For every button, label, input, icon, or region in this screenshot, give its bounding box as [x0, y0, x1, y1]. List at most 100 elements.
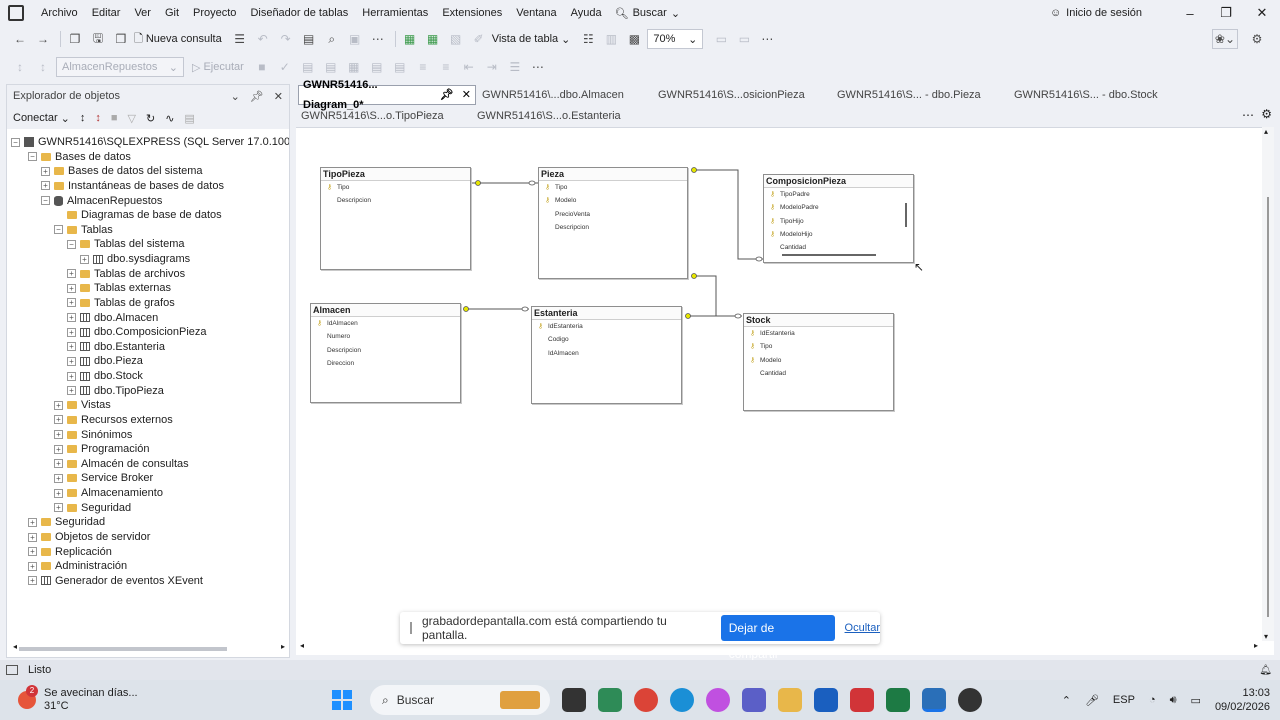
more-icon[interactable]: ⋯ — [757, 29, 777, 49]
tree-node[interactable]: Diagramas de base de datos — [54, 208, 222, 222]
more-icon[interactable]: ⋯ — [528, 57, 548, 77]
results-file-icon[interactable]: ▤ — [390, 57, 410, 77]
tree-node[interactable]: + Vistas — [54, 398, 111, 412]
disconnect-icon[interactable]: ↕ — [95, 112, 101, 124]
tree-node[interactable]: + Replicación — [28, 545, 112, 559]
diagram-table-stock[interactable]: Stock ⚷ IdEstanteria ⚷ Tipo ⚷ Modelo Cantidad — [743, 313, 894, 411]
expand-icon[interactable]: + — [67, 269, 76, 279]
tree-node[interactable]: + Tablas de archivos — [67, 267, 185, 281]
find-icon[interactable]: ⌕ — [322, 29, 342, 49]
add-table-icon[interactable]: ▦ — [400, 29, 420, 49]
horizontal-scrollbar[interactable]: ◂ ▸ — [13, 642, 285, 653]
connect-icon[interactable]: ↕ — [10, 57, 30, 77]
tree-node[interactable]: + Sinónimos — [54, 428, 132, 442]
teams-icon[interactable] — [742, 688, 766, 712]
copilot-icon[interactable]: ❀⌄ — [1211, 29, 1238, 49]
tree-node[interactable]: − AlmacenRepuestos — [41, 194, 162, 208]
notification-bell-icon[interactable]: 🔔︎ — [1259, 665, 1272, 676]
query-icon[interactable]: ☰ — [230, 29, 250, 49]
start-button[interactable] — [332, 690, 352, 710]
expand-icon[interactable]: + — [28, 517, 37, 527]
diagram-table-composicionpieza[interactable]: ComposicionPieza ⚷ TipoPadre ⚷ ModeloPadre ⚷ T… — [763, 174, 914, 263]
save-icon[interactable]: 🖫︎ — [88, 29, 108, 49]
relationship-pieza-stock[interactable] — [688, 275, 717, 317]
new-file-icon[interactable]: ❐ — [65, 29, 85, 49]
vertical-scrollbar[interactable]: ▴ ▾ — [1262, 127, 1274, 641]
diagram-column[interactable]: ⚷ Tipo — [744, 340, 893, 353]
scrollbar-thumb[interactable] — [1267, 197, 1269, 617]
collapse-icon[interactable]: − — [54, 225, 63, 235]
expand-icon[interactable]: + — [54, 459, 63, 469]
execute-button[interactable]: ▷ Ejecutar — [192, 61, 244, 74]
forward-icon[interactable]: → — [33, 29, 53, 49]
tree-node[interactable]: − Bases de datos — [28, 150, 131, 164]
database-select[interactable]: AlmacenRepuestos ⌄ — [56, 57, 184, 77]
expand-icon[interactable]: + — [54, 503, 63, 513]
activity-icon[interactable]: ∿ — [165, 112, 174, 125]
file-explorer-icon[interactable] — [778, 688, 802, 712]
annotation-icon[interactable]: ▭ — [734, 29, 754, 49]
ssms-taskbar-icon[interactable] — [922, 688, 946, 712]
acrobat-icon[interactable] — [850, 688, 874, 712]
tree-node[interactable]: + Generador de eventos XEvent — [28, 574, 203, 588]
expand-icon[interactable]: + — [41, 181, 50, 191]
tree-node[interactable]: + Recursos externos — [54, 413, 173, 427]
diagram-table-estanteria[interactable]: Estanteria ⚷ IdEstanteria Codigo IdAlmacen — [531, 306, 682, 404]
back-icon[interactable]: ← — [10, 29, 30, 49]
expand-icon[interactable]: + — [28, 547, 37, 557]
expand-icon[interactable]: + — [67, 327, 76, 337]
tree-node-server[interactable]: − GWNR51416\SQLEXPRESS (SQL Server 17.0.… — [11, 135, 289, 149]
menu-item-diseñador-de-tablas[interactable]: Diseñador de tablas — [243, 0, 355, 26]
uncomment-icon[interactable]: ≡ — [436, 57, 456, 77]
expand-icon[interactable]: + — [28, 561, 37, 571]
expand-icon[interactable]: + — [28, 532, 37, 542]
tree-node[interactable]: + Tablas externas — [67, 281, 171, 295]
tab-tipopieza[interactable]: GWNR51416\S...o.TipoPieza — [297, 106, 444, 126]
battery-icon[interactable]: ▭ — [1191, 694, 1201, 707]
chevron-up-icon[interactable]: ⌃ — [1062, 694, 1071, 707]
menu-item-git[interactable]: Git — [158, 0, 186, 26]
diagram-column[interactable]: IdAlmacen — [532, 347, 681, 360]
collapse-icon[interactable]: − — [11, 137, 20, 147]
tree-node[interactable]: + Seguridad — [54, 501, 131, 515]
scrollbar-thumb[interactable] — [19, 647, 227, 651]
redo-icon[interactable]: ↷ — [276, 29, 296, 49]
tree-node[interactable]: + Administración — [28, 559, 127, 573]
diagram-column[interactable]: Descripcion — [311, 344, 460, 357]
scroll-left-icon[interactable]: ◂ — [300, 641, 304, 650]
tree-node[interactable]: + Almacén de consultas — [54, 457, 189, 471]
menu-item-archivo[interactable]: Archivo — [34, 0, 85, 26]
taskbar-search[interactable]: ⌕ Buscar — [370, 685, 550, 715]
connect-dropdown[interactable]: Conectar ⌄ — [13, 112, 70, 125]
diagram-column[interactable]: ⚷ Tipo — [321, 181, 470, 194]
scroll-down-icon[interactable]: ▾ — [1264, 632, 1268, 641]
summary-icon[interactable]: ▤ — [184, 112, 194, 125]
remove-table-icon[interactable]: ▧ — [446, 29, 466, 49]
tree-node[interactable]: + dbo.TipoPieza — [67, 384, 164, 398]
menu-search[interactable]: 🔍︎ Buscar ⌄ — [609, 7, 686, 20]
diagram-column[interactable]: Direccion — [311, 357, 460, 370]
tree-node[interactable]: + dbo.Pieza — [67, 354, 143, 368]
diagram-table-tipopieza[interactable]: TipoPieza ⚷ Tipo Descripcion — [320, 167, 471, 270]
expand-icon[interactable]: + — [67, 386, 76, 396]
change-connection-icon[interactable]: ↕ — [33, 57, 53, 77]
tab-almacen[interactable]: GWNR51416\...dbo.Almacen — [478, 85, 624, 105]
close-icon[interactable]: ✕ — [274, 90, 283, 103]
tree-node[interactable]: + Almacenamiento — [54, 486, 163, 500]
expand-icon[interactable]: + — [67, 298, 76, 308]
tree-node[interactable]: + Tablas de grafos — [67, 296, 175, 310]
diagram-column[interactable]: ⚷ Tipo — [539, 181, 687, 194]
expand-icon[interactable]: + — [67, 371, 76, 381]
stop-icon[interactable]: ■ — [111, 112, 118, 124]
tree-node[interactable]: + Instantáneas de bases de datos — [41, 179, 224, 193]
diagram-column[interactable]: Numero — [311, 330, 460, 343]
diagram-column[interactable]: ⚷ Modelo — [744, 354, 893, 367]
clock[interactable]: 13:03 09/02/2026 — [1215, 686, 1270, 714]
excel-icon[interactable] — [886, 688, 910, 712]
diagram-column[interactable]: Descripcion — [321, 194, 470, 207]
menu-item-editar[interactable]: Editar — [85, 0, 128, 26]
tree-node[interactable]: + Programación — [54, 442, 149, 456]
collapse-icon[interactable]: − — [67, 239, 76, 249]
tree-node[interactable]: + dbo.ComposicionPieza — [67, 325, 207, 339]
menu-item-ver[interactable]: Ver — [127, 0, 158, 26]
